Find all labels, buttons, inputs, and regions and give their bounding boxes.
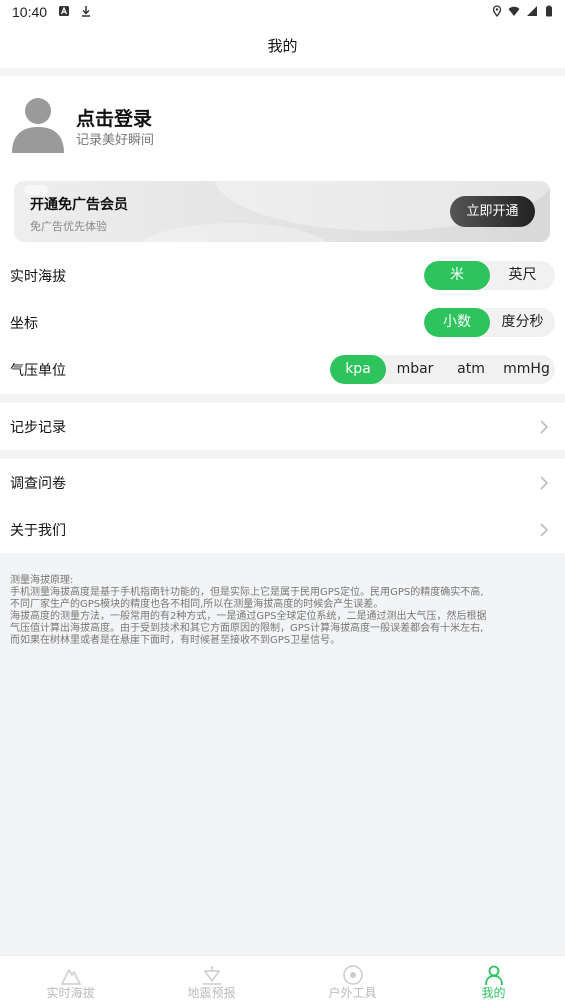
- option-atm[interactable]: atm: [444, 355, 498, 384]
- note-line: 测量海拔原理:: [10, 575, 74, 586]
- setting-label: 气压单位: [10, 363, 66, 379]
- setting-label: 实时海拔: [10, 269, 66, 285]
- note-line: 海拔高度的测量方法，一般常用的有2种方式，一是通过GPS全球定位系统，二是通过测…: [10, 611, 487, 622]
- wifi-icon: [508, 6, 520, 16]
- altitude-unit-toggle[interactable]: 米 英尺: [424, 261, 555, 290]
- notification-a-icon: [59, 6, 69, 16]
- step-record-section: 记步记录: [0, 403, 565, 450]
- mountain-icon: [60, 968, 82, 985]
- profile-section[interactable]: 点击登录 记录美好瞬间: [0, 76, 565, 170]
- vip-section: 开通免广告会员 免广告优先体验 立即开通: [0, 170, 565, 252]
- chevron-right-icon: [540, 523, 549, 537]
- menu-item-survey[interactable]: 调查问卷: [0, 459, 565, 506]
- menu-item-label: 记步记录: [10, 420, 66, 436]
- option-kpa[interactable]: kpa: [330, 355, 386, 384]
- option-mbar[interactable]: mbar: [386, 355, 444, 384]
- status-time: 10:40: [12, 4, 48, 20]
- menu-item-about[interactable]: 关于我们: [0, 506, 565, 553]
- tab-earthquake[interactable]: 地震预报: [141, 956, 282, 1004]
- signal-icon: [527, 6, 537, 16]
- compass-icon: [343, 965, 363, 985]
- tab-label: 户外工具: [328, 986, 377, 1000]
- chevron-right-icon: [540, 420, 549, 434]
- setting-coordinate-format: 坐标 小数 度分秒: [0, 299, 565, 346]
- vip-subtitle: 免广告优先体验: [30, 220, 107, 233]
- bottom-tab-bar: 实时海拔 地震预报 户外工具 我的: [0, 955, 565, 1004]
- option-decimal[interactable]: 小数: [424, 308, 490, 337]
- coordinate-format-toggle[interactable]: 小数 度分秒: [424, 308, 555, 337]
- setting-label: 坐标: [10, 316, 38, 332]
- option-dms[interactable]: 度分秒: [490, 308, 555, 337]
- earthquake-icon: [203, 966, 221, 985]
- unit-settings: 实时海拔 米 英尺 坐标 小数 度分秒 气压单位 kpa mbar atm mm…: [0, 252, 565, 394]
- tab-mine[interactable]: 我的: [423, 956, 564, 1004]
- info-section: 调查问卷 关于我们: [0, 459, 565, 553]
- login-title[interactable]: 点击登录: [76, 104, 152, 131]
- tab-label: 实时海拔: [46, 986, 95, 1000]
- note-line: 气压值计算出海拔高度。由于受到技术和其它方面原因的限制，GPS计算海拔高度一般误…: [10, 623, 484, 634]
- menu-item-label: 关于我们: [10, 523, 66, 539]
- tab-outdoor-tools[interactable]: 户外工具: [282, 956, 423, 1004]
- tab-label: 我的: [481, 986, 506, 1000]
- option-feet[interactable]: 英尺: [490, 261, 555, 290]
- tab-altitude[interactable]: 实时海拔: [0, 956, 141, 1004]
- note-line: 而如果在树林里或者是在悬崖下面时，有时候甚至接收不到GPS卫星信号。: [10, 635, 341, 646]
- setting-pressure-unit: 气压单位 kpa mbar atm mmHg: [0, 346, 565, 393]
- menu-item-step-record[interactable]: 记步记录: [0, 403, 565, 450]
- download-icon: [82, 6, 90, 17]
- altitude-principle-note: 测量海拔原理: 手机测量海拔高度是基于手机指南针功能的，但是实际上它是属于民用G…: [10, 575, 558, 647]
- status-bar: 10:40: [0, 0, 565, 26]
- menu-item-label: 调查问卷: [10, 476, 66, 492]
- user-icon: [485, 965, 503, 986]
- avatar-icon[interactable]: [12, 95, 64, 153]
- note-line: 不同厂家生产的GPS模块的精度也各不相同,所以在测量海拔高度的时候会产生误差。: [10, 599, 384, 610]
- option-mmhg[interactable]: mmHg: [498, 355, 555, 384]
- tab-label: 地震预报: [187, 986, 236, 1000]
- note-line: 手机测量海拔高度是基于手机指南针功能的，但是实际上它是属于民用GPS定位。民用G…: [10, 587, 484, 598]
- setting-altitude-unit: 实时海拔 米 英尺: [0, 252, 565, 299]
- chevron-right-icon: [540, 476, 549, 490]
- vip-title: 开通免广告会员: [30, 197, 128, 213]
- login-subtitle: 记录美好瞬间: [76, 133, 155, 148]
- option-meter[interactable]: 米: [424, 261, 490, 290]
- vip-card-decoration: [134, 223, 334, 242]
- pressure-unit-toggle[interactable]: kpa mbar atm mmHg: [330, 355, 555, 384]
- location-icon: [492, 5, 502, 17]
- vip-card[interactable]: 开通免广告会员 免广告优先体验 立即开通: [14, 181, 550, 242]
- page-title: 我的: [0, 26, 565, 68]
- open-vip-button[interactable]: 立即开通: [450, 196, 535, 227]
- battery-icon: [546, 5, 552, 17]
